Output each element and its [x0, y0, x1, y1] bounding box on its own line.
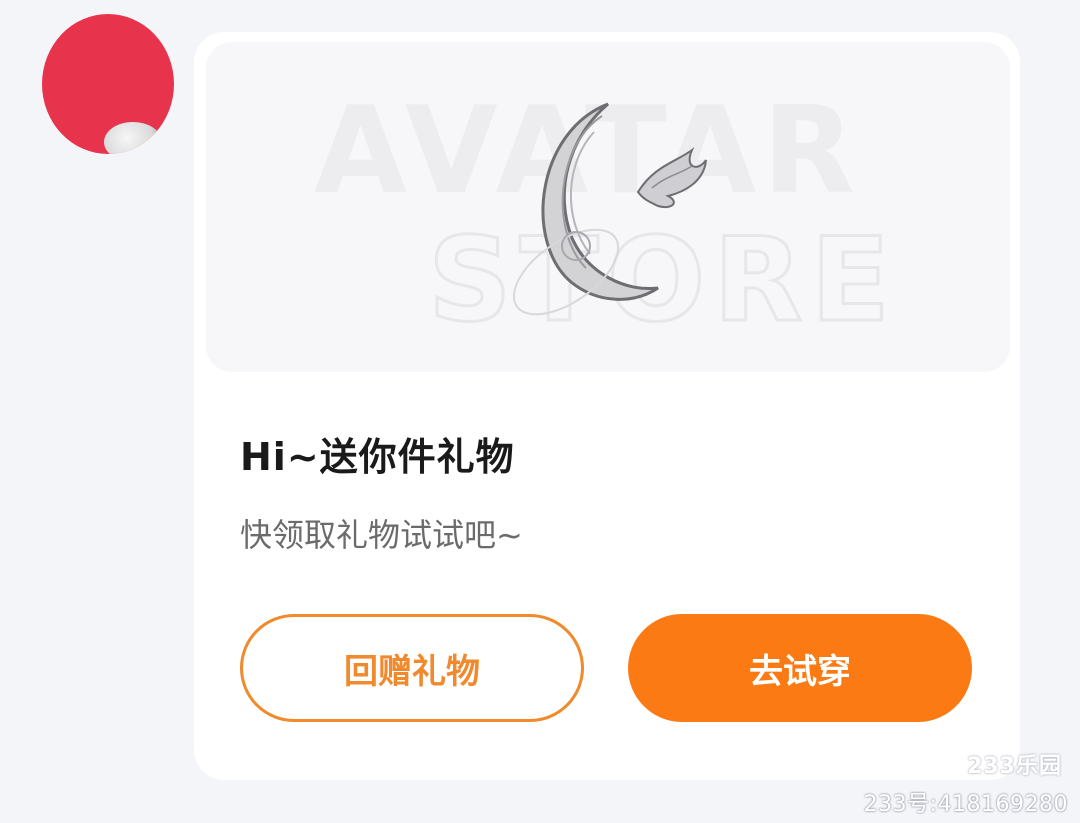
- try-on-button[interactable]: 去试穿: [628, 614, 972, 722]
- gift-message-card[interactable]: AVATAR STORE Hi~送你件礼物 快领取礼物试试吧~ 回赠礼物 去试穿: [194, 32, 1020, 780]
- return-gift-button[interactable]: 回赠礼物: [240, 614, 584, 722]
- avatar-image-edge: [104, 122, 162, 154]
- sender-avatar[interactable]: [42, 14, 174, 154]
- banner-text-store: STORE: [428, 213, 898, 348]
- watermark-id: 233号:418169280: [863, 792, 1068, 817]
- gift-title: Hi~送你件礼物: [240, 435, 515, 479]
- gift-subtitle: 快领取礼物试试吧~: [240, 516, 523, 554]
- watermark-logo: 233乐园: [967, 754, 1062, 779]
- banner-text-avatar: AVATAR: [314, 82, 861, 221]
- avatar-store-banner-art: AVATAR STORE: [314, 82, 898, 350]
- gift-banner: AVATAR STORE: [206, 42, 1010, 372]
